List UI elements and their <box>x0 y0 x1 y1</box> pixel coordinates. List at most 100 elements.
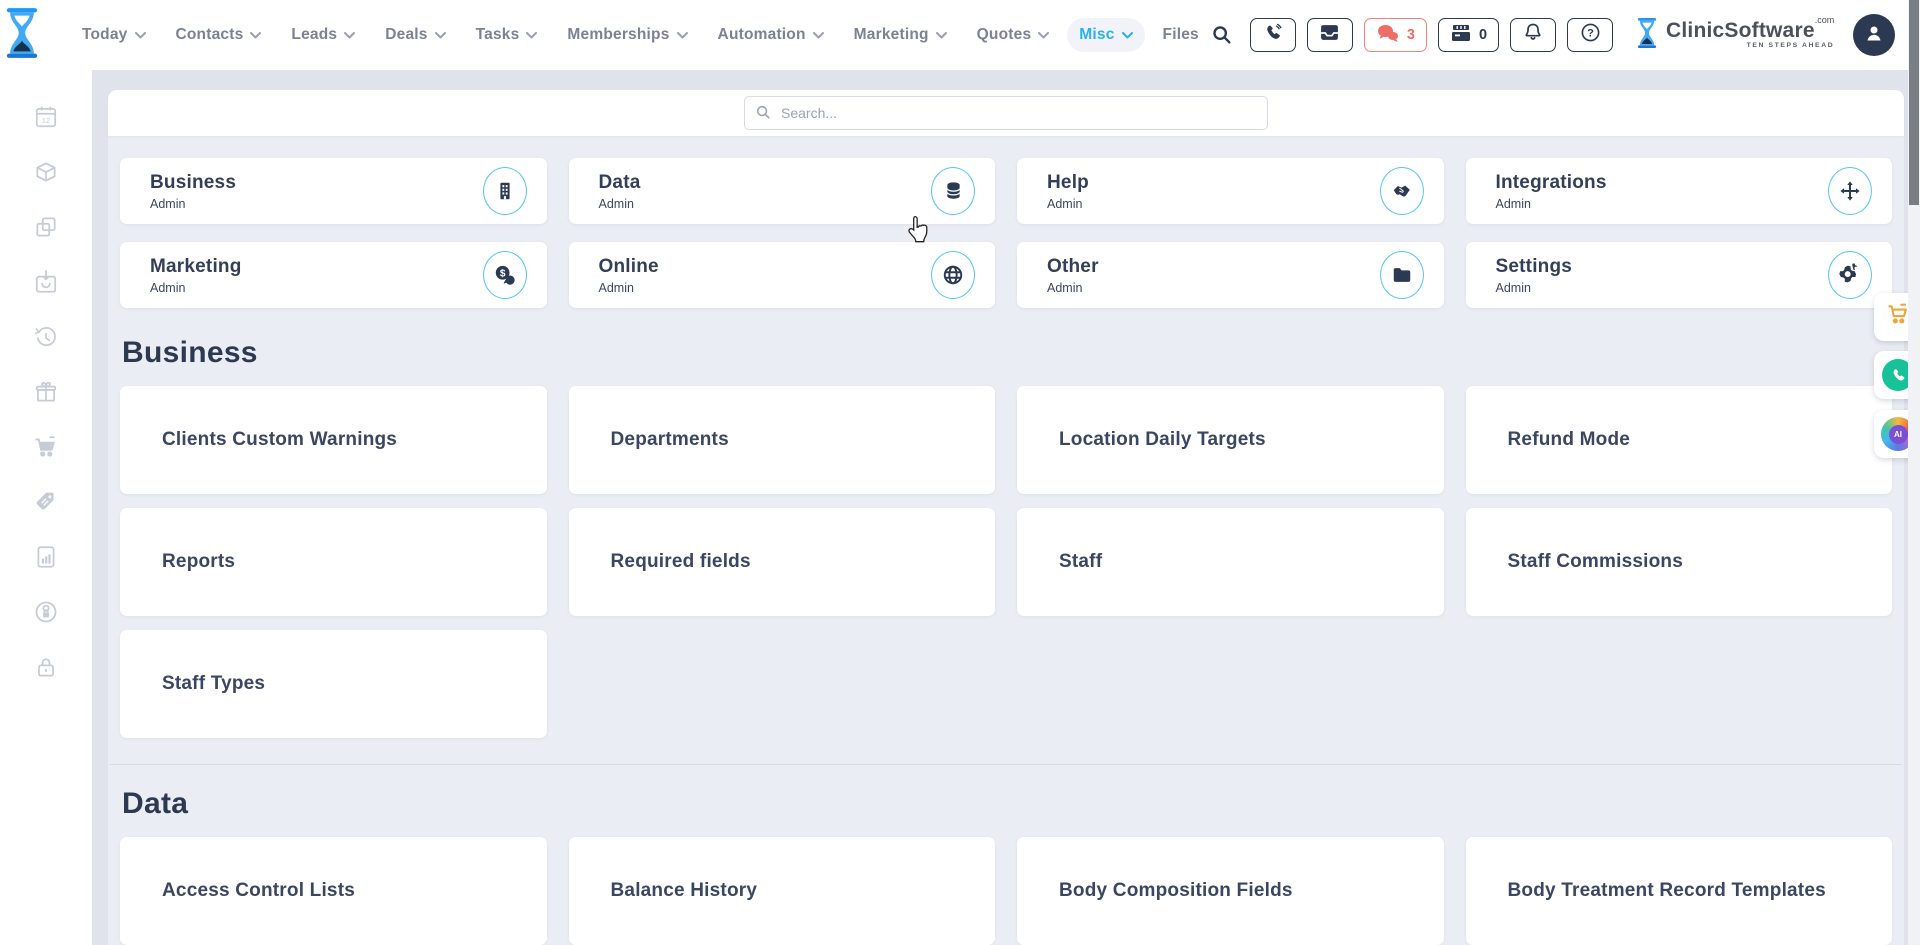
category-title: Data <box>599 172 641 194</box>
search-box <box>744 96 1268 130</box>
chevron-down-icon <box>135 32 146 39</box>
search-icon[interactable] <box>1211 24 1233 46</box>
move-arrows-icon <box>1828 167 1872 215</box>
category-title: Integrations <box>1496 172 1607 194</box>
nav-item-today[interactable]: Today <box>70 18 158 52</box>
category-subtitle: Admin <box>599 281 659 295</box>
data-item-grid: Access Control Lists Balance History Bod… <box>108 837 1904 945</box>
chevron-down-icon <box>936 32 947 39</box>
nav-item-leads[interactable]: Leads <box>279 18 367 52</box>
main-content: BusinessAdmin DataAdmin HelpAdmin Integr… <box>92 70 1920 945</box>
item-card-body-composition-fields[interactable]: Body Composition Fields <box>1017 837 1444 945</box>
nav-item-files[interactable]: Files <box>1151 18 1211 52</box>
scrollbar-thumb[interactable] <box>1909 0 1919 205</box>
category-card-help[interactable]: HelpAdmin <box>1017 158 1444 224</box>
nav-item-automation[interactable]: Automation <box>706 18 836 52</box>
item-card-body-treatment-record-templates[interactable]: Body Treatment Record Templates <box>1466 837 1893 945</box>
question-icon: ? <box>1580 22 1601 48</box>
category-card-data[interactable]: Data Admin <box>569 158 996 224</box>
category-subtitle: Admin <box>599 197 641 211</box>
svg-text:?: ? <box>1587 28 1594 40</box>
category-card-settings[interactable]: Settings Admin <box>1466 242 1893 308</box>
nav-item-misc[interactable]: Misc <box>1067 18 1144 52</box>
item-card-access-control-lists[interactable]: Access Control Lists <box>120 837 547 945</box>
person-icon <box>1862 21 1886 50</box>
topbar: Today Contacts Leads Deals Tasks Members… <box>0 0 1920 70</box>
inbox-icon <box>1319 23 1340 47</box>
category-card-marketing[interactable]: Marketing Admin $ <box>120 242 547 308</box>
item-card-staff-commissions[interactable]: Staff Commissions <box>1466 508 1893 616</box>
category-title: Settings <box>1496 256 1573 278</box>
nav-item-contacts[interactable]: Contacts <box>164 18 274 52</box>
chevron-down-icon <box>435 32 446 39</box>
item-card-departments[interactable]: Departments <box>569 386 996 494</box>
item-card-location-daily-targets[interactable]: Location Daily Targets <box>1017 386 1444 494</box>
gift-icon[interactable] <box>33 379 59 405</box>
clinicsoftware-logo[interactable]: ClinicSoftware.com TEN STEPS AHEAD <box>1634 17 1834 54</box>
category-title: Help <box>1047 172 1089 194</box>
category-title: Other <box>1047 256 1099 278</box>
category-card-integrations[interactable]: Integrations Admin <box>1466 158 1893 224</box>
user-avatar[interactable] <box>1853 14 1895 56</box>
history-icon[interactable] <box>33 324 59 350</box>
copy-icon[interactable] <box>33 214 59 240</box>
database-icon <box>931 167 975 215</box>
phone-button[interactable] <box>1250 18 1296 52</box>
gears-icon <box>1828 251 1872 299</box>
svg-text:$: $ <box>500 268 506 279</box>
notifications-button[interactable] <box>1510 18 1556 52</box>
item-card-required-fields[interactable]: Required fields <box>569 508 996 616</box>
category-subtitle: Admin <box>1496 197 1607 211</box>
category-title: Online <box>599 256 659 278</box>
calendar-icon[interactable]: 12 <box>33 104 59 130</box>
calendar-checkin-icon[interactable] <box>33 269 59 295</box>
package-icon[interactable] <box>33 159 59 185</box>
chat-bubbles-icon <box>1376 23 1400 48</box>
category-card-business[interactable]: BusinessAdmin <box>120 158 547 224</box>
chat-button[interactable]: 3 <box>1364 18 1427 52</box>
brand-tld: .com <box>1815 15 1835 25</box>
nav-item-quotes[interactable]: Quotes <box>965 18 1062 52</box>
left-sidebar: 12 <box>0 70 92 945</box>
item-card-reports[interactable]: Reports <box>120 508 547 616</box>
category-card-online[interactable]: Online Admin <box>569 242 996 308</box>
item-card-clients-custom-warnings[interactable]: Clients Custom Warnings <box>120 386 547 494</box>
till-icon <box>1450 23 1472 48</box>
chevron-down-icon <box>250 32 261 39</box>
inbox-button[interactable] <box>1307 18 1353 52</box>
business-item-grid: Clients Custom Warnings Departments Loca… <box>108 386 1904 738</box>
price-tag-icon[interactable] <box>33 489 59 515</box>
category-card-other[interactable]: Other Admin <box>1017 242 1444 308</box>
category-subtitle: Admin <box>150 197 236 211</box>
till-button[interactable]: 0 <box>1438 18 1499 52</box>
nav-item-deals[interactable]: Deals <box>373 18 457 52</box>
category-subtitle: Admin <box>1496 281 1573 295</box>
cart-icon[interactable] <box>33 434 59 460</box>
item-card-balance-history[interactable]: Balance History <box>569 837 996 945</box>
nav-item-tasks[interactable]: Tasks <box>464 18 550 52</box>
chevron-down-icon <box>813 32 824 39</box>
category-grid: BusinessAdmin DataAdmin HelpAdmin Integr… <box>108 136 1904 308</box>
chevron-down-icon <box>526 32 537 39</box>
search-input[interactable] <box>744 96 1268 130</box>
section-title-business: Business <box>122 336 1902 370</box>
category-subtitle: Admin <box>150 281 242 295</box>
bell-icon <box>1523 22 1543 48</box>
lock-icon[interactable] <box>33 654 59 680</box>
nav-item-marketing[interactable]: Marketing <box>842 18 959 52</box>
item-card-staff[interactable]: Staff <box>1017 508 1444 616</box>
category-subtitle: Admin <box>1047 281 1099 295</box>
chevron-down-icon <box>1038 32 1049 39</box>
category-title: Marketing <box>150 256 242 278</box>
item-card-staff-types[interactable]: Staff Types <box>120 630 547 738</box>
app-logo[interactable] <box>0 7 44 64</box>
item-card-refund-mode[interactable]: Refund Mode <box>1466 386 1893 494</box>
dollar-chat-icon: $ <box>483 251 527 299</box>
help-button[interactable]: ? <box>1567 18 1613 52</box>
topbar-actions: 3 0 ? ClinicSoftware.com TEN STEPS A <box>1211 14 1920 56</box>
report-document-icon[interactable] <box>33 544 59 570</box>
phone-icon <box>1263 23 1283 48</box>
account-lock-icon[interactable] <box>33 599 59 625</box>
nav-item-memberships[interactable]: Memberships <box>555 18 699 52</box>
till-count-badge: 0 <box>1479 27 1487 43</box>
